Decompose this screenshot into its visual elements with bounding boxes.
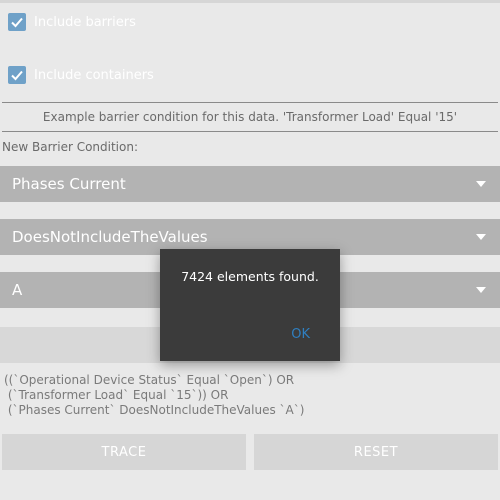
attribute-select-value: Phases Current xyxy=(12,175,126,193)
include-containers-checkbox[interactable] xyxy=(8,66,26,84)
dialog-message: 7424 elements found. xyxy=(181,269,319,284)
divider xyxy=(2,131,498,132)
include-containers-label: Include containers xyxy=(34,67,154,83)
dialog-ok-button[interactable]: OK xyxy=(291,327,310,342)
example-condition-text: Example barrier condition for this data.… xyxy=(42,110,458,124)
divider xyxy=(2,102,498,103)
attribute-select[interactable]: Phases Current xyxy=(0,166,500,202)
include-barriers-option[interactable]: Include barriers xyxy=(8,11,136,33)
chevron-down-icon xyxy=(476,234,486,240)
chevron-down-icon xyxy=(476,287,486,293)
trace-button[interactable]: TRACE xyxy=(2,434,246,470)
reset-button[interactable]: RESET xyxy=(254,434,498,470)
barrier-expression: ((`Operational Device Status` Equal `Ope… xyxy=(4,373,484,418)
trace-panel: Include barriers Include containers Exam… xyxy=(0,0,500,500)
include-barriers-checkbox[interactable] xyxy=(8,13,26,31)
chevron-down-icon xyxy=(476,181,486,187)
new-barrier-condition-label: New Barrier Condition: xyxy=(2,140,139,154)
operator-select-value: DoesNotIncludeTheValues xyxy=(12,228,208,246)
expression-line: ((`Operational Device Status` Equal `Ope… xyxy=(4,373,295,387)
checkmark-icon xyxy=(11,70,23,81)
top-edge xyxy=(0,0,500,3)
value-select-value: A xyxy=(12,281,23,299)
results-dialog: 7424 elements found. OK xyxy=(160,249,340,361)
include-containers-option[interactable]: Include containers xyxy=(8,64,154,86)
expression-line: (`Phases Current` DoesNotIncludeTheValue… xyxy=(4,403,305,417)
include-barriers-label: Include barriers xyxy=(34,14,136,30)
expression-line: (`Transformer Load` Equal `15`)) OR xyxy=(4,388,229,402)
checkmark-icon xyxy=(11,17,23,28)
